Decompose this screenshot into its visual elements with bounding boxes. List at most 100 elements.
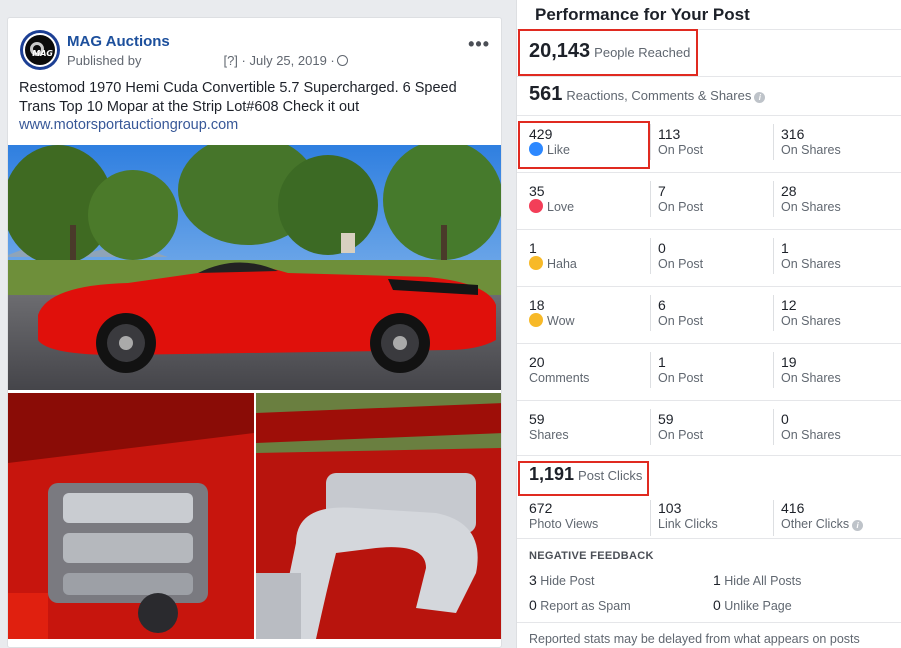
column-separator xyxy=(773,295,774,331)
metric-row: 35 Love 7 On Post 28 On Shares xyxy=(517,172,901,229)
on-post-label: On Post xyxy=(658,143,704,157)
column-separator xyxy=(650,124,651,160)
engagement-label: Reactions, Comments & Shares xyxy=(566,88,752,103)
on-shares-cell: 28 On Shares xyxy=(781,183,841,215)
column-separator xyxy=(650,500,651,536)
column-separator xyxy=(773,181,774,217)
on-shares-value: 0 xyxy=(781,411,789,427)
on-post-cell: 7 On Post xyxy=(658,183,703,215)
metric-row: 1 Haha 0 On Post 1 On Shares xyxy=(517,229,901,286)
neg-label: Hide All Posts xyxy=(724,574,802,588)
on-post-cell: 6 On Post xyxy=(658,297,703,329)
on-shares-label: On Shares xyxy=(781,314,841,328)
metric-total-cell: 1 Haha xyxy=(529,240,577,272)
column-separator xyxy=(650,295,651,331)
column-separator xyxy=(773,352,774,388)
metric-total-value: 20 xyxy=(529,354,545,370)
negative-feedback-title: NEGATIVE FEEDBACK xyxy=(529,550,654,562)
neg-value: 0 xyxy=(713,597,721,613)
info-icon[interactable]: i xyxy=(852,520,864,531)
on-shares-cell: 1 On Shares xyxy=(781,240,841,272)
metric-label: Wow xyxy=(529,313,575,329)
neg-label: Hide Post xyxy=(540,574,595,588)
metric-total-cell: 59 Shares xyxy=(529,411,569,443)
other-clicks-cell: 416 Other Clicks i xyxy=(781,500,864,532)
metric-label-text: Shares xyxy=(529,428,569,442)
metric-label: Haha xyxy=(529,256,577,272)
performance-panel: Performance for Your Post 20,143 People R… xyxy=(516,0,901,648)
divider xyxy=(517,76,901,77)
on-shares-label: On Shares xyxy=(781,428,841,442)
neg-value: 3 xyxy=(529,572,537,588)
column-separator xyxy=(773,238,774,274)
on-shares-label: On Shares xyxy=(781,200,841,214)
more-options-icon[interactable]: ••• xyxy=(468,34,490,55)
neg-value: 0 xyxy=(529,597,537,613)
page-name-link[interactable]: MAG Auctions xyxy=(67,33,170,50)
column-separator xyxy=(773,500,774,536)
engine-photo-left[interactable] xyxy=(8,393,254,639)
metric-label-text: Comments xyxy=(529,371,590,385)
neg-label: Report as Spam xyxy=(540,599,631,613)
on-post-value: 59 xyxy=(658,411,674,427)
column-separator xyxy=(650,181,651,217)
column-separator xyxy=(773,409,774,445)
car-photo-main[interactable] xyxy=(8,145,501,390)
engine-photo-left-illustration xyxy=(8,393,254,639)
engagement-value: 561 xyxy=(529,83,563,105)
on-post-label: On Post xyxy=(658,200,704,214)
neg-label: Unlike Page xyxy=(724,599,792,613)
info-icon[interactable]: i xyxy=(754,92,766,103)
on-shares-cell: 0 On Shares xyxy=(781,411,841,443)
post-caption: Restomod 1970 Hemi Cuda Convertible 5.7 … xyxy=(19,80,457,115)
engine-photo-right[interactable] xyxy=(256,393,501,639)
neg-report-spam: 0 Report as Spam xyxy=(529,597,631,613)
highlight-box-likes xyxy=(518,121,650,169)
haha-reaction-icon xyxy=(529,256,543,270)
published-by-label: Published by xyxy=(67,53,142,68)
metric-label: Shares xyxy=(529,427,569,443)
highlight-box-reach xyxy=(518,29,698,76)
other-clicks-value: 416 xyxy=(781,500,805,516)
post-header: MAG MAG Auctions Published by [?] · July … xyxy=(20,30,490,74)
metric-total-value: 1 xyxy=(529,240,537,256)
metric-total-cell: 20 Comments xyxy=(529,354,589,386)
on-post-cell: 113 On Post xyxy=(658,126,703,158)
avatar-logo-text: MAG xyxy=(32,49,53,58)
on-shares-label: On Shares xyxy=(781,371,841,385)
on-post-value: 113 xyxy=(658,126,681,142)
page-avatar[interactable]: MAG xyxy=(20,30,60,70)
metric-label-text: Wow xyxy=(547,314,575,328)
post-card: MAG MAG Auctions Published by [?] · July … xyxy=(7,17,502,648)
avatar-logo: MAG xyxy=(23,33,57,67)
globe-icon[interactable] xyxy=(336,55,348,66)
post-date[interactable]: [?] · July 25, 2019 · xyxy=(223,53,334,68)
car-photo-illustration xyxy=(8,145,501,390)
on-shares-cell: 12 On Shares xyxy=(781,297,841,329)
metric-total-value: 59 xyxy=(529,411,545,427)
metric-total-cell: 35 Love xyxy=(529,183,574,215)
on-post-value: 6 xyxy=(658,297,666,313)
on-shares-value: 12 xyxy=(781,297,797,313)
on-post-value: 1 xyxy=(658,354,666,370)
neg-hide-post: 3 Hide Post xyxy=(529,572,594,588)
neg-value: 1 xyxy=(713,572,721,588)
neg-unlike-page: 0 Unlike Page xyxy=(713,597,792,613)
divider xyxy=(517,455,901,456)
on-post-cell: 0 On Post xyxy=(658,240,703,272)
post-link[interactable]: www.motorsportauctiongroup.com xyxy=(19,117,238,133)
metric-row: 20 Comments 1 On Post 19 On Shares xyxy=(517,343,901,400)
on-post-label: On Post xyxy=(658,428,704,442)
on-post-label: On Post xyxy=(658,257,704,271)
metric-label: Comments xyxy=(529,370,589,386)
love-reaction-icon xyxy=(529,199,543,213)
other-clicks-label: Other Clicks i xyxy=(781,516,864,532)
metric-label: Love xyxy=(529,199,574,215)
engine-photo-right-illustration xyxy=(256,393,501,639)
photo-views-value: 672 xyxy=(529,500,553,516)
on-post-value: 0 xyxy=(658,240,666,256)
column-separator xyxy=(650,352,651,388)
on-shares-value: 19 xyxy=(781,354,797,370)
on-post-cell: 1 On Post xyxy=(658,354,703,386)
on-post-label: On Post xyxy=(658,314,704,328)
